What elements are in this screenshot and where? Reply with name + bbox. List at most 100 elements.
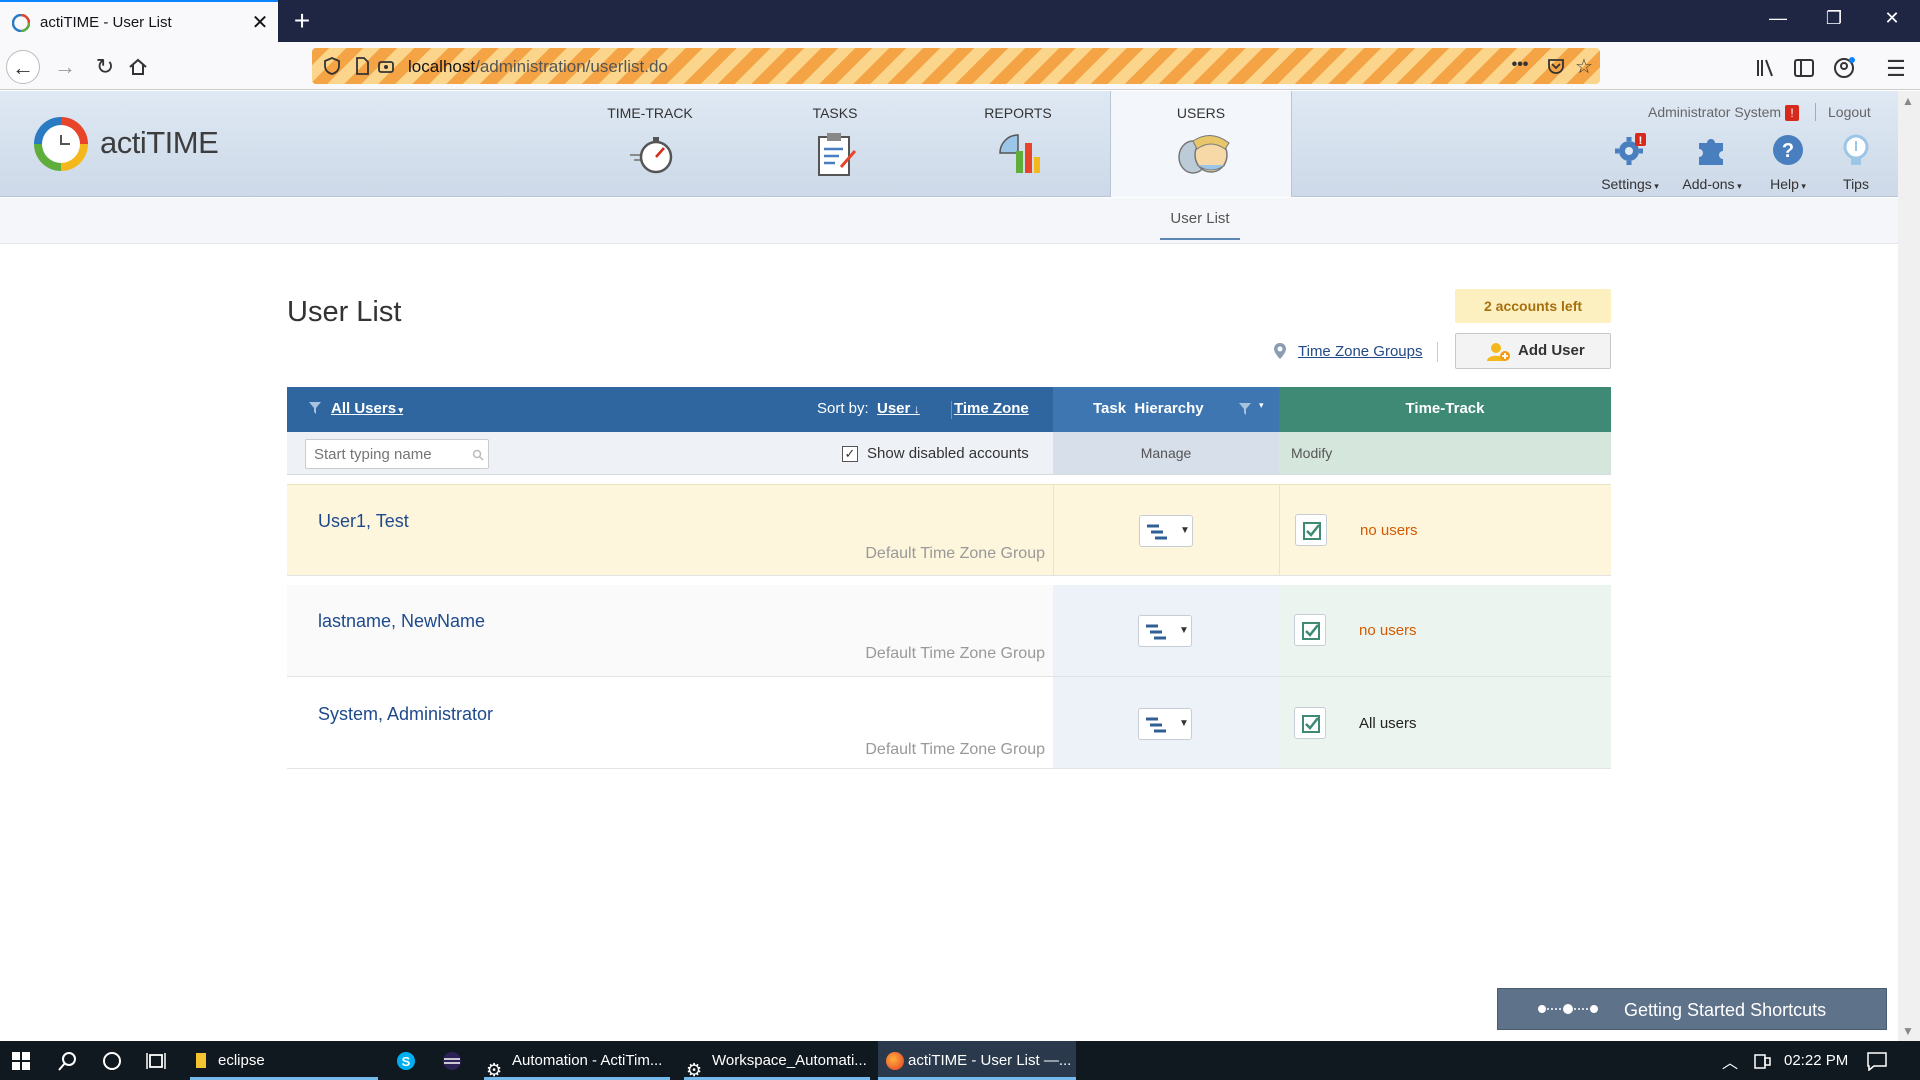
- shield-icon[interactable]: [322, 56, 342, 76]
- new-tab-icon[interactable]: +: [288, 5, 316, 37]
- module-tasks[interactable]: TASKS: [755, 91, 915, 197]
- close-window-icon[interactable]: ✕: [1872, 8, 1912, 32]
- bookmark-star-icon[interactable]: ☆: [1574, 54, 1594, 78]
- clock-time[interactable]: 02:22 PM: [1784, 1052, 1848, 1069]
- folder-icon: [196, 1053, 206, 1068]
- page-scrollbar[interactable]: [1898, 91, 1920, 1041]
- filter-icon[interactable]: [1239, 403, 1251, 415]
- user-search-input[interactable]: [305, 439, 489, 469]
- user-name-link[interactable]: User1, Test: [318, 511, 409, 532]
- actitime-logo-icon[interactable]: [34, 117, 88, 171]
- url-bar[interactable]: localhost/administration/userlist.do •••…: [312, 48, 1600, 84]
- show-disabled-checkbox[interactable]: ✓: [842, 446, 858, 462]
- forward-arrow-icon[interactable]: →: [48, 50, 82, 84]
- device-icon[interactable]: [1752, 1051, 1772, 1071]
- module-users[interactable]: USERS: [1110, 91, 1292, 197]
- warning-badge[interactable]: !: [1785, 105, 1800, 121]
- user-name-link[interactable]: System, Administrator: [318, 704, 493, 725]
- accounts-left-badge: 2 accounts left: [1455, 289, 1611, 323]
- page-title: User List: [287, 296, 402, 328]
- addons-menu[interactable]: Add-ons ▾: [1682, 133, 1742, 192]
- page-icon[interactable]: [352, 56, 372, 76]
- hierarchy-dropdown-button[interactable]: ▼: [1138, 615, 1192, 647]
- module-time-track[interactable]: TIME-TRACK: [570, 91, 730, 197]
- hierarchy-icon: [1146, 624, 1166, 640]
- modify-button[interactable]: [1294, 614, 1326, 646]
- windows-taskbar: eclipse S ⚙ Automation - ActiTim... ⚙ Wo…: [0, 1041, 1920, 1080]
- hierarchy-dropdown-button[interactable]: ▼: [1138, 708, 1192, 740]
- taskbar-eclipse[interactable]: eclipse: [190, 1041, 380, 1080]
- time-zone-group: Default Time Zone Group: [865, 645, 1045, 662]
- windows-start-icon[interactable]: [12, 1052, 30, 1070]
- current-user[interactable]: Administrator System!: [1648, 104, 1800, 121]
- chevron-down-icon[interactable]: ▾: [1259, 400, 1264, 411]
- modify-button[interactable]: [1294, 707, 1326, 739]
- taskbar-automation[interactable]: ⚙ Automation - ActiTim...: [484, 1041, 674, 1080]
- all-users-filter[interactable]: All Users ▾: [331, 400, 403, 417]
- reload-icon[interactable]: ↻: [88, 50, 122, 84]
- taskbar-actitime[interactable]: actiTIME - User List —...: [878, 1041, 1076, 1080]
- chevron-down-icon: ▼: [1180, 525, 1190, 536]
- more-actions-icon[interactable]: •••: [1510, 56, 1530, 76]
- notifications-icon[interactable]: [1866, 1051, 1888, 1071]
- modify-button[interactable]: [1295, 514, 1327, 546]
- time-track-value: no users: [1360, 522, 1418, 539]
- library-icon[interactable]: [1754, 56, 1778, 80]
- sidebar-icon[interactable]: [1792, 56, 1816, 80]
- task-hierarchy-cell: ▼: [1053, 585, 1279, 676]
- time-zone-group: Default Time Zone Group: [865, 545, 1045, 562]
- close-tab-icon[interactable]: ✕: [248, 10, 272, 35]
- tips-menu[interactable]: Tips: [1826, 133, 1886, 192]
- minimize-icon[interactable]: —: [1758, 8, 1798, 32]
- eclipse-icon[interactable]: [442, 1051, 462, 1071]
- module-reports[interactable]: REPORTS: [938, 91, 1098, 197]
- sort-user-link[interactable]: User ↓: [877, 400, 920, 417]
- subnav-user-list[interactable]: User List: [1160, 210, 1240, 240]
- table-row[interactable]: User1, Test Default Time Zone Group ▼ no…: [287, 484, 1611, 576]
- hierarchy-dropdown-button[interactable]: ▼: [1139, 515, 1193, 547]
- user-table-header: All Users ▾ Sort by: User ↓ Time Zone Ta…: [287, 387, 1611, 432]
- table-row[interactable]: System, Administrator Default Time Zone …: [287, 677, 1611, 769]
- skype-icon[interactable]: S: [396, 1051, 416, 1071]
- logo-text[interactable]: actiTIME: [100, 125, 219, 161]
- show-disabled-label[interactable]: Show disabled accounts: [867, 445, 1029, 462]
- sort-time-zone-link[interactable]: Time Zone: [954, 400, 1029, 417]
- settings-menu[interactable]: ! Settings ▾: [1600, 133, 1660, 192]
- time-track-cell: no users: [1279, 485, 1611, 575]
- addons-label: Add-ons ▾: [1682, 176, 1742, 192]
- table-row[interactable]: lastname, NewName Default Time Zone Grou…: [287, 585, 1611, 677]
- restore-icon[interactable]: ❐: [1814, 8, 1854, 32]
- task-view-icon[interactable]: [146, 1051, 166, 1071]
- home-icon[interactable]: [128, 57, 148, 77]
- scroll-down-icon[interactable]: ▼: [1902, 1024, 1914, 1038]
- user-name-link[interactable]: lastname, NewName: [318, 611, 485, 632]
- taskbar-workspace[interactable]: ⚙ Workspace_Automati...: [684, 1041, 874, 1080]
- users-icon: [1178, 135, 1230, 174]
- getting-started-shortcuts-button[interactable]: Getting Started Shortcuts: [1497, 988, 1887, 1030]
- users-column-header: All Users ▾ Sort by: User ↓ Time Zone: [287, 387, 1053, 432]
- task-hierarchy-cell: ▼: [1053, 677, 1279, 768]
- help-menu[interactable]: ? Help ▾: [1758, 133, 1818, 192]
- module-label: USERS: [1176, 105, 1226, 121]
- chevron-up-icon[interactable]: ︿: [1722, 1049, 1738, 1073]
- module-label: TASKS: [812, 105, 858, 121]
- menu-hamburger-icon[interactable]: ☰: [1884, 56, 1908, 81]
- add-user-button[interactable]: Add User: [1455, 333, 1611, 369]
- url-text: localhost/administration/userlist.do: [408, 57, 668, 77]
- pocket-icon[interactable]: [1546, 56, 1566, 76]
- time-track-label: Time-Track: [1405, 400, 1485, 417]
- cortana-icon[interactable]: [102, 1051, 122, 1071]
- logout-link[interactable]: Logout: [1828, 104, 1871, 120]
- time-zone-groups-link[interactable]: Time Zone Groups: [1298, 343, 1423, 360]
- filter-icon[interactable]: [309, 402, 321, 414]
- add-user-icon: [1487, 343, 1510, 361]
- permissions-icon[interactable]: [376, 56, 396, 76]
- scroll-up-icon[interactable]: ▲: [1902, 94, 1914, 108]
- browser-tab-active[interactable]: actiTIME - User List ✕: [0, 0, 278, 42]
- account-icon[interactable]: [1832, 56, 1856, 80]
- chevron-down-icon: ▼: [1179, 625, 1189, 636]
- user-table-subheader: ✓ Show disabled accounts Manage Modify: [287, 432, 1611, 475]
- gear-icon: ⚙: [686, 1060, 703, 1080]
- search-icon[interactable]: [58, 1051, 78, 1071]
- back-arrow-icon[interactable]: ←: [6, 50, 40, 84]
